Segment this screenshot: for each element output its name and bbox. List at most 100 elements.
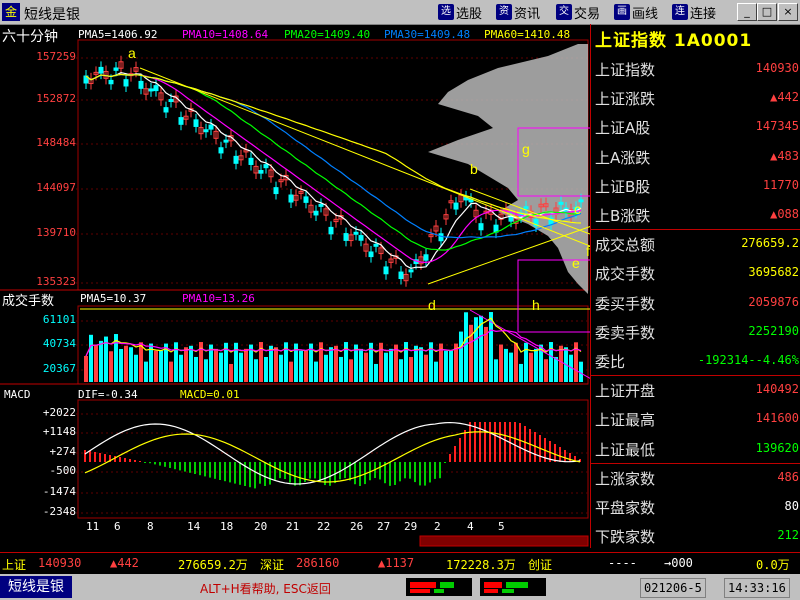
quote-row: 平盘家数 80 [591, 492, 800, 522]
macd-bar [289, 462, 291, 483]
annotation-label: h [532, 297, 540, 313]
annotation-label: d [428, 297, 436, 313]
volume-bar [124, 345, 128, 382]
volume-bar [459, 331, 463, 382]
macd-bar [134, 460, 136, 462]
macd-bar [319, 462, 321, 482]
volume-bar [214, 348, 218, 382]
volume-bar [399, 359, 403, 382]
macd-bar [529, 429, 531, 462]
volume-bar [389, 348, 393, 382]
macd-bar [359, 462, 361, 486]
candle-body [233, 155, 239, 164]
macd-bar [569, 453, 571, 462]
ticker-sh-label: 上证 [2, 558, 27, 572]
macd-bar [379, 462, 381, 480]
market-strength-bar [406, 578, 472, 596]
volume-bar [299, 350, 303, 382]
quote-value: 2252190 [748, 323, 799, 338]
quote-key: 上证涨跌 [595, 90, 656, 109]
candle-body [358, 235, 364, 241]
quote-panel: 上证指数 1A0001 上证指数 140930 上证涨跌 ▲442 上证A股 147345… [590, 24, 800, 548]
ticker-sz-label: 深证 [260, 558, 285, 572]
toolbar-jiaoyi-button[interactable]: 交交易 [556, 2, 600, 22]
candle-body [153, 85, 159, 92]
index-ticker: 上证 140930 ▲442 276659.2万 深证 286160 ▲1137… [0, 552, 800, 573]
maximize-button[interactable]: □ [757, 3, 777, 21]
macd-bar [84, 450, 86, 462]
candle-body [398, 271, 404, 280]
close-button[interactable]: × [778, 3, 798, 21]
macd-bar [154, 462, 156, 465]
x-tick: 4 [467, 520, 474, 533]
macd-bar [464, 430, 466, 462]
macd-bar [189, 462, 191, 473]
annotation-label: g [522, 141, 530, 157]
quote-row: 下跌家数 212 [591, 521, 800, 551]
quote-row: 委比 -192314--4.46% [591, 346, 800, 376]
macd-bar [314, 462, 316, 479]
quote-row: 上证开盘 140492 [591, 375, 800, 405]
volume-bar [414, 345, 418, 382]
status-app-button[interactable]: 短线是银 [0, 576, 72, 598]
volume-bar [144, 361, 148, 382]
x-tick: 6 [114, 520, 121, 533]
x-tick: 8 [147, 520, 154, 533]
volume-bar [289, 361, 293, 382]
quote-value: 140930 [755, 61, 799, 75]
volume-bar [409, 357, 413, 382]
quote-value: 147345 [755, 119, 799, 134]
quote-key: 委比 [595, 353, 626, 371]
macd-bar [494, 422, 496, 462]
ticker-cz-amount: 0.0万 [756, 558, 790, 572]
volume-bar [264, 356, 268, 382]
macd-bar [514, 422, 516, 462]
toolbar-zixun-button[interactable]: 资资讯 [496, 2, 540, 22]
pma60-label: PMA60=1410.48 [484, 28, 571, 41]
volume-bar [494, 359, 498, 382]
volume-bar [254, 359, 258, 382]
quote-value: 3695682 [748, 265, 799, 280]
macd-bar [394, 462, 396, 485]
ticker-sh-amount: 276659.2万 [178, 558, 248, 572]
macd-bar [229, 462, 231, 483]
toolbar-xuangu-button[interactable]: 选选股 [438, 2, 482, 22]
macd-bar [179, 462, 181, 471]
macd-bar [209, 462, 211, 478]
vol-pma5-label: PMA5=10.37 [80, 292, 147, 305]
macd-value-label: MACD=0.01 [180, 388, 240, 401]
volume-bar [349, 359, 353, 382]
chart-area[interactable]: abcdefgh 六十分钟 PMA5=1406.92 PMA10=1408.64… [0, 24, 590, 548]
trade-icon: 交 [556, 4, 572, 20]
chip-distribution [428, 44, 588, 294]
candle-body [478, 223, 484, 231]
quote-value: 80 [784, 499, 799, 513]
macd-bar [344, 462, 346, 479]
quote-row: 成交总额 276659.2 [591, 229, 800, 259]
volume-bar [89, 334, 93, 382]
volume-bar [329, 347, 333, 382]
volume-bar [374, 363, 378, 382]
x-tick: 26 [350, 520, 364, 533]
macd-bar [564, 450, 566, 462]
toolbar-lianjie-button[interactable]: 连连接 [672, 2, 716, 22]
candle-body [438, 233, 444, 242]
volume-bar [449, 350, 453, 382]
minimize-button[interactable]: _ [737, 3, 757, 21]
macd-bar [234, 462, 236, 484]
connect-icon: 连 [672, 4, 688, 20]
macd-bar [184, 462, 186, 472]
volume-bar [334, 345, 338, 382]
candle-body [148, 88, 154, 92]
quote-value: 11770 [762, 177, 799, 192]
macd-bar [454, 446, 456, 462]
candle-body [113, 67, 119, 71]
quote-key: 上A涨跌 [595, 148, 651, 167]
volume-bar [204, 359, 208, 382]
vol-pma10-label: PMA10=13.26 [182, 292, 255, 305]
annotation-label: e [572, 255, 580, 271]
toolbar-huaxian-button[interactable]: 画画线 [614, 2, 658, 22]
volume-bar [184, 347, 188, 382]
draw-line-icon: 画 [614, 4, 630, 20]
volume-bar [269, 345, 273, 382]
